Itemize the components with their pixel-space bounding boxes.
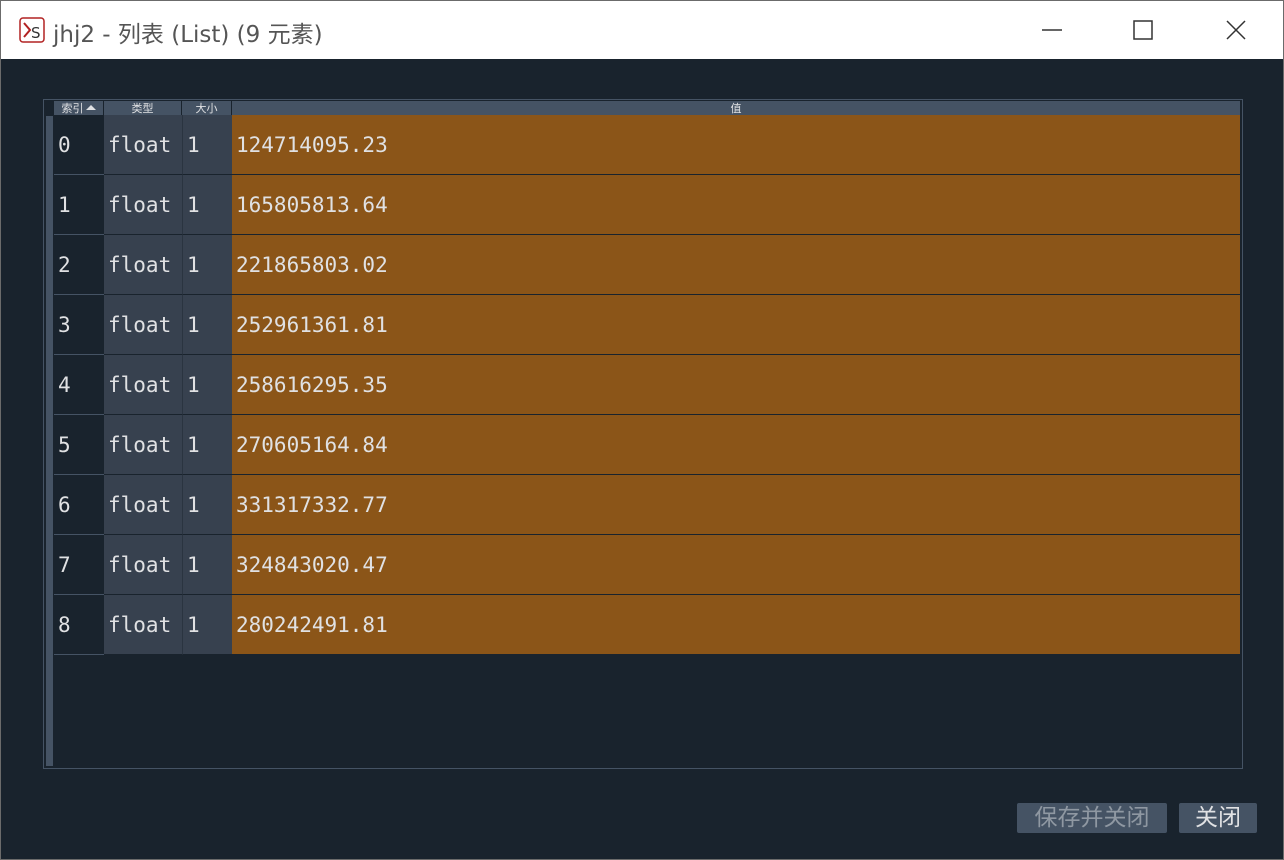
value-cell[interactable]: 258616295.35 <box>232 355 1240 415</box>
value-cell[interactable]: 324843020.47 <box>232 535 1240 595</box>
list-editor-window: S jhj2 - 列表 (List) (9 元素) 索引 类型 大小 值 0 f… <box>0 0 1284 860</box>
close-icon <box>1226 20 1246 40</box>
type-cell: float <box>104 295 182 355</box>
index-cell: 7 <box>54 535 104 595</box>
title-bar[interactable]: S jhj2 - 列表 (List) (9 元素) <box>1 1 1283 59</box>
minimize-icon <box>1042 29 1062 31</box>
type-cell: float <box>104 355 182 415</box>
table-row[interactable]: 3 float 1 252961361.81 <box>54 295 1240 355</box>
value-cell[interactable]: 221865803.02 <box>232 235 1240 295</box>
type-cell: float <box>104 535 182 595</box>
header-type[interactable]: 类型 <box>104 101 182 116</box>
size-cell: 1 <box>182 115 232 175</box>
index-cell: 6 <box>54 475 104 535</box>
header-value[interactable]: 值 <box>232 101 1240 116</box>
save-and-close-button[interactable]: 保存并关闭 <box>1017 803 1167 833</box>
header-index-label: 索引 <box>61 102 84 115</box>
row-header-strip <box>46 116 53 766</box>
size-cell: 1 <box>182 295 232 355</box>
table-header: 索引 类型 大小 值 <box>54 101 1240 116</box>
type-cell: float <box>104 595 182 655</box>
list-table[interactable]: 索引 类型 大小 值 0 float 1 124714095.23 1 floa… <box>43 99 1243 769</box>
maximize-icon <box>1133 20 1153 40</box>
type-cell: float <box>104 415 182 475</box>
type-cell: float <box>104 235 182 295</box>
minimize-button[interactable] <box>1006 1 1098 59</box>
value-cell[interactable]: 331317332.77 <box>232 475 1240 535</box>
table-row[interactable]: 0 float 1 124714095.23 <box>54 115 1240 175</box>
table-row[interactable]: 8 float 1 280242491.81 <box>54 595 1240 655</box>
size-cell: 1 <box>182 175 232 235</box>
index-cell: 3 <box>54 295 104 355</box>
header-size[interactable]: 大小 <box>182 101 232 116</box>
index-cell: 1 <box>54 175 104 235</box>
value-cell[interactable]: 165805813.64 <box>232 175 1240 235</box>
size-cell: 1 <box>182 355 232 415</box>
value-cell[interactable]: 252961361.81 <box>232 295 1240 355</box>
type-cell: float <box>104 475 182 535</box>
table-row[interactable]: 2 float 1 221865803.02 <box>54 235 1240 295</box>
size-cell: 1 <box>182 415 232 475</box>
value-cell[interactable]: 280242491.81 <box>232 595 1240 655</box>
size-cell: 1 <box>182 595 232 655</box>
index-cell: 4 <box>54 355 104 415</box>
type-cell: float <box>104 175 182 235</box>
svg-text:S: S <box>31 24 41 42</box>
size-cell: 1 <box>182 235 232 295</box>
table-row[interactable]: 5 float 1 270605164.84 <box>54 415 1240 475</box>
value-cell[interactable]: 270605164.84 <box>232 415 1240 475</box>
value-cell[interactable]: 124714095.23 <box>232 115 1240 175</box>
maximize-button[interactable] <box>1097 1 1189 59</box>
table-row[interactable]: 1 float 1 165805813.64 <box>54 175 1240 235</box>
table-row[interactable]: 7 float 1 324843020.47 <box>54 535 1240 595</box>
spyder-variable-icon: S <box>19 17 45 43</box>
type-cell: float <box>104 115 182 175</box>
close-window-button[interactable] <box>1190 1 1282 59</box>
index-cell: 2 <box>54 235 104 295</box>
index-cell: 5 <box>54 415 104 475</box>
header-index[interactable]: 索引 <box>54 101 104 116</box>
window-title: jhj2 - 列表 (List) (9 元素) <box>53 22 323 48</box>
size-cell: 1 <box>182 475 232 535</box>
sort-ascending-icon <box>85 105 96 110</box>
close-button[interactable]: 关闭 <box>1179 803 1257 833</box>
index-cell: 8 <box>54 595 104 655</box>
index-cell: 0 <box>54 115 104 175</box>
size-cell: 1 <box>182 535 232 595</box>
table-row[interactable]: 4 float 1 258616295.35 <box>54 355 1240 415</box>
table-row[interactable]: 6 float 1 331317332.77 <box>54 475 1240 535</box>
